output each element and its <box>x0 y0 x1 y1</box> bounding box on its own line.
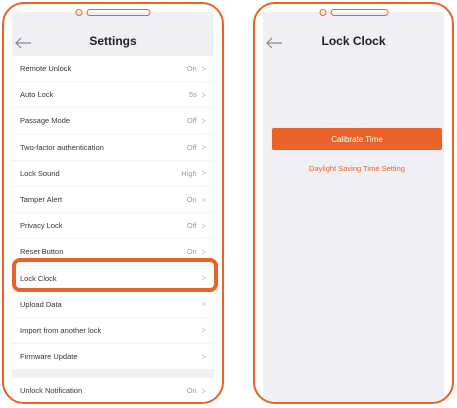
settings-header: Settings <box>12 12 214 56</box>
settings-row-upload-data[interactable]: Upload Data > <box>12 292 214 318</box>
settings-row-import[interactable]: Import from another lock > <box>12 318 214 345</box>
row-value: Off <box>186 221 197 231</box>
row-label: Import from another lock <box>20 325 102 335</box>
settings-row-two-factor[interactable]: Two-factor authentication Off > <box>12 135 214 161</box>
row-label: Auto Lock <box>20 90 54 100</box>
lock-clock-screen: Lock Clock Calibrate Time Daylight Savin… <box>263 12 444 402</box>
row-label: Lock Sound <box>20 168 60 178</box>
phone-notch <box>319 9 388 16</box>
chevron-right-icon: > <box>201 325 206 336</box>
chevron-right-icon: > <box>201 89 206 100</box>
settings-row-reset-button[interactable]: Reset Button On > <box>12 239 214 266</box>
settings-row-remote-unlock[interactable]: Remote Unlock On > <box>12 56 214 83</box>
settings-row-lock-clock[interactable]: Lock Clock > <box>12 266 214 292</box>
phone-frame-settings: Settings Remote Unlock On > Auto Lock 5s… <box>2 2 224 404</box>
settings-row-passage-mode[interactable]: Passage Mode Off > <box>12 108 214 135</box>
settings-row-unlock-notification[interactable]: Unlock Notification On > <box>12 378 214 402</box>
row-label: Tamper Alert <box>20 195 63 205</box>
chevron-right-icon: > <box>201 63 206 74</box>
page-title: Lock Clock <box>321 34 386 48</box>
settings-screen: Settings Remote Unlock On > Auto Lock 5s… <box>12 12 214 402</box>
row-value: 5s <box>188 90 197 100</box>
chevron-right-icon: > <box>201 194 206 205</box>
chevron-right-icon: > <box>201 142 206 153</box>
settings-row-auto-lock[interactable]: Auto Lock 5s > <box>12 82 214 109</box>
back-arrow-icon[interactable] <box>14 36 32 50</box>
row-value: On <box>186 386 197 396</box>
chevron-right-icon: > <box>201 246 206 257</box>
row-value: On <box>186 195 197 205</box>
chevron-right-icon: > <box>201 273 206 284</box>
settings-row-tamper-alert[interactable]: Tamper Alert On > <box>12 187 214 214</box>
row-label: Firmware Update <box>20 352 78 362</box>
back-arrow-icon[interactable] <box>265 36 283 50</box>
chevron-right-icon: > <box>201 168 206 179</box>
settings-row-firmware-update[interactable]: Firmware Update > <box>12 344 214 371</box>
row-label: Two-factor authentication <box>20 142 104 152</box>
speaker-icon <box>86 9 151 16</box>
daylight-saving-link[interactable]: Daylight Saving Time Setting <box>272 164 442 173</box>
row-label: Privacy Lock <box>20 221 63 231</box>
page-title: Settings <box>89 34 137 48</box>
chevron-right-icon: > <box>201 220 206 231</box>
chevron-right-icon: > <box>201 351 206 362</box>
chevron-right-icon: > <box>201 385 206 396</box>
row-label: Remote Unlock <box>20 64 72 74</box>
section-gap <box>12 370 214 379</box>
row-label: Unlock Notification <box>20 386 83 396</box>
lock-clock-header: Lock Clock <box>263 12 444 56</box>
row-value: On <box>186 247 197 257</box>
camera-icon <box>319 9 326 16</box>
phone-notch <box>75 9 151 16</box>
chevron-right-icon: > <box>201 299 206 310</box>
row-label: Upload Data <box>20 299 62 309</box>
camera-icon <box>75 9 83 16</box>
phone-frame-lock-clock: Lock Clock Calibrate Time Daylight Savin… <box>253 2 454 404</box>
speaker-icon <box>330 9 388 16</box>
row-label: Passage Mode <box>20 116 71 126</box>
settings-row-privacy-lock[interactable]: Privacy Lock Off > <box>12 213 214 240</box>
chevron-right-icon: > <box>201 115 206 126</box>
row-value: On <box>186 64 197 74</box>
settings-row-lock-sound[interactable]: Lock Sound High > <box>12 161 214 187</box>
settings-list: Remote Unlock On > Auto Lock 5s > Passag… <box>12 56 214 371</box>
row-label: Lock Clock <box>20 273 57 283</box>
settings-list-notifications: Unlock Notification On > <box>12 378 214 402</box>
calibrate-time-button[interactable]: Calibrate Time <box>272 128 442 150</box>
row-value: High <box>181 168 197 178</box>
row-label: Reset Button <box>20 247 64 257</box>
row-value: Off <box>186 116 197 126</box>
row-value: Off <box>186 142 197 152</box>
